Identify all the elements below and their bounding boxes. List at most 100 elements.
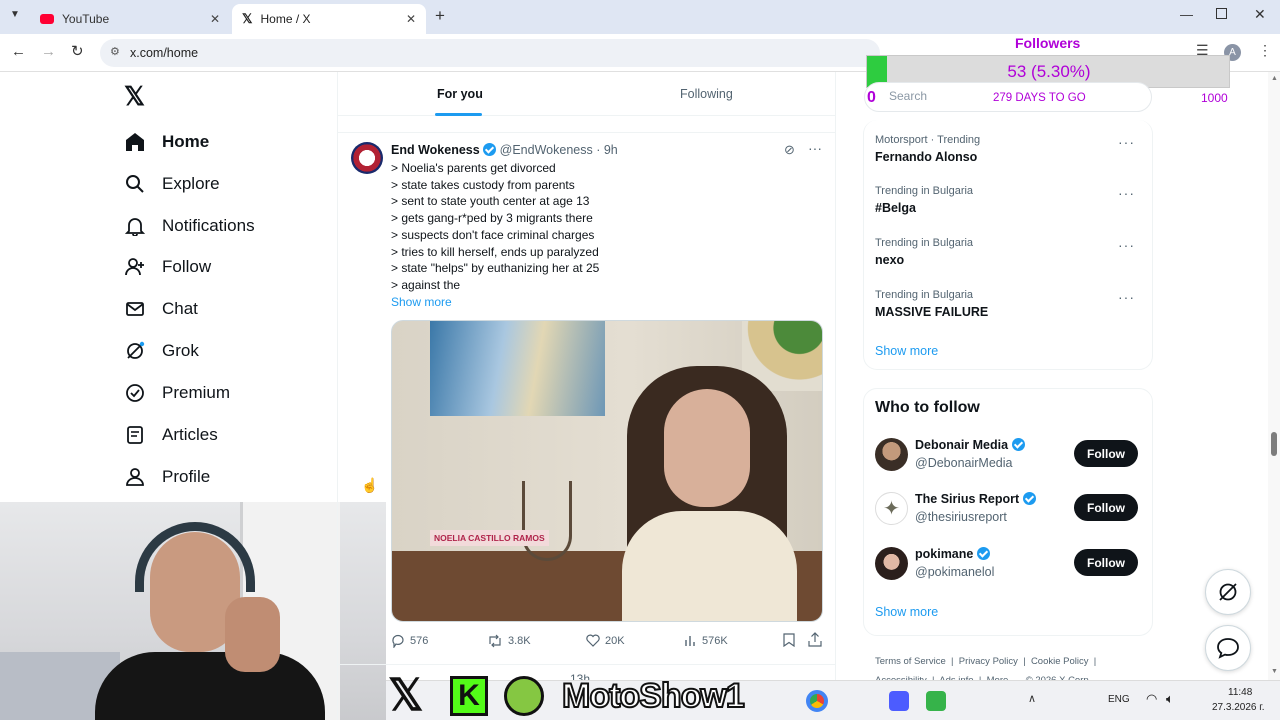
show-more-link[interactable]: Show more: [391, 294, 821, 311]
verified-badge-icon: [976, 547, 990, 560]
follow-suggestion[interactable]: Debonair Media @DebonairMedia Follow: [875, 436, 1140, 476]
kick-logo-icon: K: [450, 676, 488, 716]
sidebar-item-articles[interactable]: Articles: [124, 419, 218, 451]
author-handle[interactable]: @EndWokeness: [500, 143, 593, 157]
menu-icon[interactable]: ⋮: [1258, 42, 1272, 59]
trend-category: Motorsport · Trending: [875, 134, 981, 146]
grok-icon[interactable]: ⊘: [784, 142, 795, 158]
tweet[interactable]: End Wokeness @EndWokeness · 9h ⊘ ··· > N…: [338, 134, 836, 694]
footer-link[interactable]: Privacy Policy: [959, 656, 1018, 667]
minimize-button[interactable]: —: [1180, 7, 1193, 22]
premium-icon: [124, 382, 146, 404]
views-icon: [685, 636, 695, 646]
trend-item[interactable]: Trending in Bulgaria #Belga ···: [875, 185, 1145, 215]
reload-button[interactable]: ↻: [71, 42, 84, 60]
scroll-up-icon[interactable]: ▲: [1271, 75, 1278, 82]
follow-button[interactable]: Follow: [1074, 494, 1138, 521]
clock-time[interactable]: 11:48: [1228, 687, 1252, 698]
maximize-button[interactable]: [1216, 8, 1227, 19]
grok-icon: [124, 340, 146, 362]
back-button[interactable]: ←: [11, 43, 26, 60]
wifi-icon[interactable]: ◠: [1146, 691, 1157, 707]
grok-floating-button[interactable]: [1205, 569, 1251, 615]
site-info-icon[interactable]: ⚙: [110, 45, 120, 58]
clock-date[interactable]: 27.3.2026 г.: [1212, 702, 1264, 713]
address-bar[interactable]: ⚙ x.com/home: [100, 39, 880, 67]
sidebar-item-label: Notifications: [162, 216, 255, 235]
taskbar-app-icon[interactable]: [889, 691, 909, 711]
more-options-icon[interactable]: ···: [1118, 289, 1135, 305]
avatar[interactable]: [875, 547, 908, 580]
like-button[interactable]: 20K: [586, 634, 625, 647]
x-logo-icon[interactable]: 𝕏: [124, 82, 145, 110]
trend-item[interactable]: Trending in Bulgaria MASSIVE FAILURE ···: [875, 289, 1145, 319]
messages-floating-button[interactable]: [1205, 625, 1251, 671]
new-tab-button[interactable]: +: [435, 6, 445, 26]
follow-suggestion[interactable]: pokimane @pokimanelol Follow: [875, 545, 1140, 585]
tweet-text: > Noelia's parents get divorced > state …: [391, 160, 821, 310]
scroll-down-icon[interactable]: ▼: [1271, 668, 1278, 675]
sidebar-item-premium[interactable]: Premium: [124, 377, 230, 409]
sidebar-item-follow[interactable]: Follow: [124, 251, 211, 283]
close-tab-icon[interactable]: ✕: [406, 12, 416, 26]
tray-chevron-icon[interactable]: ∧: [1028, 692, 1036, 705]
bookmark-icon[interactable]: [783, 633, 795, 652]
rumble-logo-icon: [504, 676, 544, 716]
author-name[interactable]: End Wokeness: [391, 143, 480, 157]
scrollbar-thumb[interactable]: [1271, 432, 1277, 456]
more-options-icon[interactable]: ···: [1118, 237, 1135, 253]
sidebar-item-profile[interactable]: Profile: [124, 461, 210, 493]
repost-button[interactable]: 3.8K: [487, 634, 531, 648]
avatar[interactable]: [875, 438, 908, 471]
tweet-line: > state "helps" by euthanizing her at 25: [391, 261, 600, 276]
page-scrollbar[interactable]: ▲ ▼: [1268, 72, 1280, 680]
sidebar-item-explore[interactable]: Explore: [124, 168, 220, 200]
avatar[interactable]: ✦: [875, 492, 908, 525]
more-options-icon[interactable]: ···: [1118, 134, 1135, 150]
who-to-follow-show-more-link[interactable]: Show more: [875, 605, 938, 619]
stream-channel-name: MotoShow1: [561, 676, 746, 716]
tab-x-home[interactable]: 𝕏 Home / X ✕: [232, 4, 426, 34]
account-name-text: pokimane: [915, 547, 974, 561]
language-indicator[interactable]: ENG: [1108, 694, 1130, 705]
footer-link[interactable]: Cookie Policy: [1031, 656, 1089, 667]
forward-button[interactable]: →: [41, 43, 56, 60]
more-options-icon[interactable]: ···: [1118, 185, 1135, 201]
account-name: pokimane: [915, 547, 990, 561]
youtube-icon: [40, 14, 54, 24]
avatar[interactable]: [351, 142, 383, 174]
tweet-time[interactable]: · 9h: [596, 143, 618, 157]
taskbar-app-icon[interactable]: [806, 690, 828, 712]
follow-suggestion[interactable]: ✦ The Sirius Report @thesiriusreport Fol…: [875, 490, 1140, 530]
sidebar-item-notifications[interactable]: Notifications: [124, 210, 255, 242]
trend-item[interactable]: Motorsport · Trending Fernando Alonso ··…: [875, 134, 1145, 164]
share-icon[interactable]: [808, 632, 822, 652]
articles-icon: [124, 424, 146, 446]
tab-title: YouTube: [62, 12, 110, 26]
reply-button[interactable]: 576: [391, 634, 428, 648]
sidebar-item-grok[interactable]: Grok: [124, 335, 199, 367]
more-options-icon[interactable]: ···: [808, 140, 822, 156]
sidebar-item-label: Profile: [162, 467, 211, 486]
verified-badge-icon: [483, 143, 497, 156]
trend-item[interactable]: Trending in Bulgaria nexo ···: [875, 237, 1145, 267]
trends-show-more-link[interactable]: Show more: [875, 344, 938, 358]
views-button[interactable]: 576K: [684, 634, 728, 647]
tweet-line: > Noelia's parents get divorced: [391, 161, 556, 175]
sidebar-item-home[interactable]: Home: [124, 126, 209, 158]
tweet-image[interactable]: NOELIA CASTILLO RAMOS: [391, 320, 823, 622]
tab-youtube[interactable]: YouTube ✕: [30, 4, 230, 34]
follow-button[interactable]: Follow: [1074, 549, 1138, 576]
sidebar-item-chat[interactable]: Chat: [124, 293, 198, 325]
tab-for-you[interactable]: For you: [437, 87, 483, 101]
tab-search-chevron-icon[interactable]: ▼: [10, 9, 20, 20]
tab-following[interactable]: Following: [680, 87, 733, 101]
search-icon: [124, 173, 146, 195]
search-placeholder: Search: [889, 89, 928, 103]
close-tab-icon[interactable]: ✕: [210, 12, 220, 26]
close-window-button[interactable]: ✕: [1254, 6, 1266, 23]
footer-link[interactable]: Terms of Service: [875, 656, 946, 667]
follow-button[interactable]: Follow: [1074, 440, 1138, 467]
taskbar-app-icon[interactable]: [926, 691, 946, 711]
volume-icon[interactable]: 🔈︎: [1166, 691, 1174, 707]
